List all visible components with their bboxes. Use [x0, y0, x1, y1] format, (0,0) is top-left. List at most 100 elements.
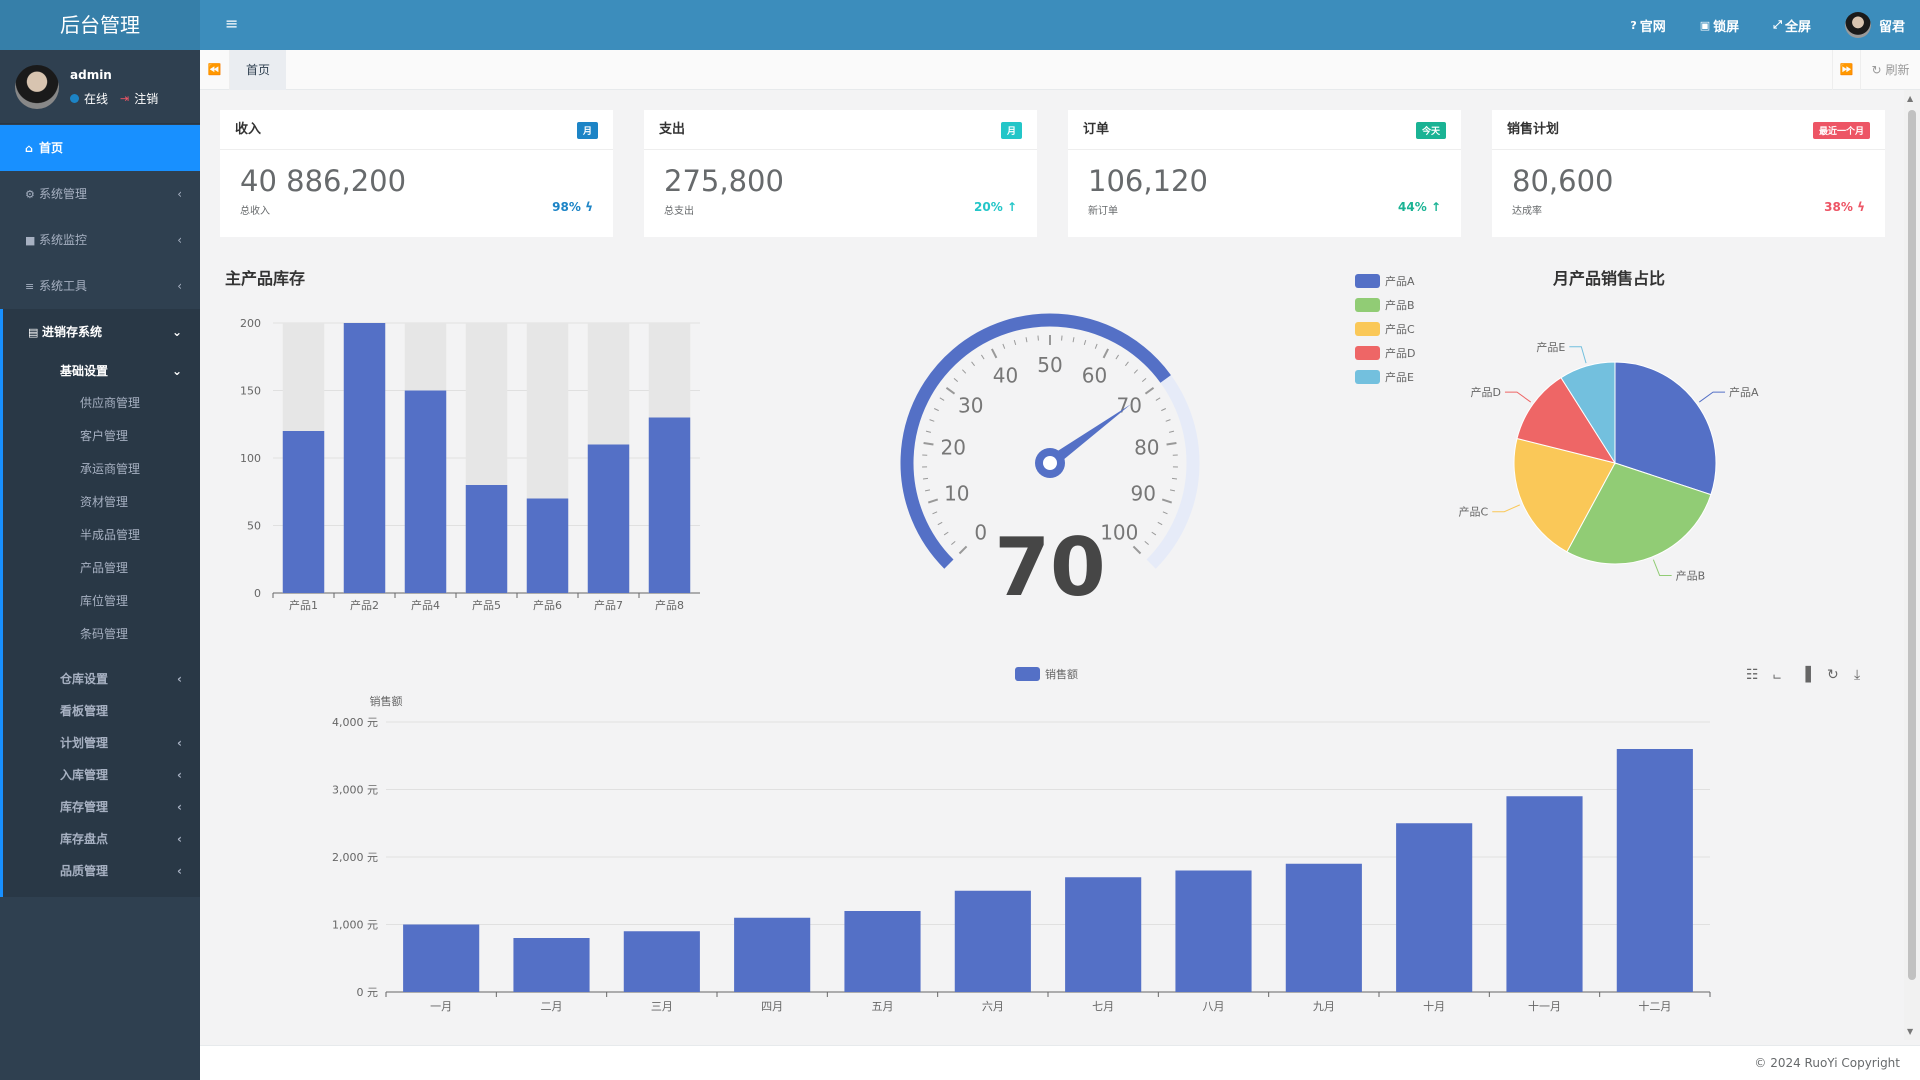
gauge-tick [939, 397, 945, 401]
stock-ytick-label: 200 [240, 317, 261, 330]
gauge-tick [927, 498, 939, 504]
pie-legend-label: 产品E [1385, 370, 1414, 384]
data-view-icon[interactable]: ☷ [1746, 667, 1759, 683]
sales-xtick-label: 五月 [872, 1000, 894, 1013]
pie-label-line [1569, 346, 1587, 364]
sidebar-menu: ⌂ 首页 ⚙ 系统管理 ‹ ■ 系统监控 ‹ ≡ 系统工具 ‹ ▤ 进销存系统 ⌄ 基础设… [0, 125, 200, 897]
sidebar-item-system-monitor[interactable]: ■ 系统监控 ‹ [0, 217, 200, 263]
chevron-left-icon: ‹ [177, 832, 182, 846]
gauge-tick [1002, 343, 1006, 349]
gauge-tick [924, 489, 931, 492]
copyright: © 2024 RuoYi Copyright [1754, 1056, 1900, 1070]
user-avatar[interactable] [15, 65, 59, 109]
gauge-tick [1132, 545, 1142, 555]
sidebar-sub-plan-management[interactable]: 计划管理 ‹ [3, 727, 200, 759]
pie-legend-label: 产品B [1385, 298, 1415, 312]
logout-link[interactable]: 注销 [134, 90, 158, 107]
sidebar-sub-label: 入库管理 [60, 768, 109, 782]
card-badge: 月 [576, 122, 598, 139]
download-icon[interactable]: ⤓ [1854, 667, 1860, 683]
online-dot-icon [70, 94, 79, 103]
sales-legend-swatch [1015, 667, 1040, 681]
logout-icon[interactable]: ⇥ [120, 92, 129, 105]
top-avatar [1844, 12, 1871, 38]
sidebar-subsub-item[interactable]: 客户管理 [3, 420, 200, 453]
stock-bar [343, 323, 386, 593]
stock-bar [465, 485, 508, 593]
gauge-tick [951, 541, 956, 545]
scroll-up-icon[interactable]: ▲ [1907, 94, 1913, 103]
tab-scroll-left-icon[interactable]: ⏪ [200, 50, 230, 90]
sidebar-subsub-item[interactable]: 承运商管理 [3, 453, 200, 486]
sidebar-sub-inbound-management[interactable]: 入库管理 ‹ [3, 759, 200, 791]
bar-chart-icon[interactable]: ▐ [1800, 667, 1811, 683]
sidebar-item-inventory-system[interactable]: ▤ 进销存系统 ⌄ [3, 309, 200, 355]
lock-screen-label: 锁屏 [1713, 19, 1740, 35]
sales-bar [1065, 877, 1142, 992]
gauge-tick [923, 441, 934, 446]
tab-bar: ⏪ 首页 ⏩ ↻ 刷新 [200, 50, 1920, 90]
sidebar-sub-board-management[interactable]: 看板管理 [3, 695, 200, 727]
gauge-scale-label: 100 [1100, 520, 1138, 544]
sales-bar [1285, 863, 1362, 992]
gauge-tick [1169, 430, 1175, 433]
gauge-scale-label: 0 [974, 520, 987, 544]
sales-bar [513, 938, 590, 992]
fullscreen-link[interactable]: ⤢ 全屏 [1773, 16, 1811, 35]
sidebar-subsub-item[interactable]: 供应商管理 [3, 387, 200, 420]
card-percent-value: 98% [552, 200, 581, 214]
sidebar-item-system-tools[interactable]: ≡ 系统工具 ‹ [0, 263, 200, 309]
sidebar-sub-stocktaking[interactable]: 库存盘点 ‹ [3, 823, 200, 855]
tab-home[interactable]: 首页 [230, 50, 286, 90]
pie-legend-swatch [1355, 274, 1380, 288]
user-menu[interactable]: 留君 [1844, 12, 1905, 38]
lock-screen-link[interactable]: ▣ 锁屏 [1700, 16, 1739, 35]
gauge-tick [1169, 489, 1176, 492]
sidebar-item-home[interactable]: ⌂ 首页 [0, 125, 200, 171]
sidebar-subsub-item[interactable]: 库位管理 [3, 585, 200, 618]
restore-icon[interactable]: ↻ [1827, 667, 1839, 683]
sidebar-sub-warehouse-settings[interactable]: 仓库设置 ‹ [3, 663, 200, 695]
app-logo-title[interactable]: 后台管理 [0, 0, 200, 50]
stat-card-expense: 支出 月 275,800 总支出 20% ↑ [644, 110, 1037, 237]
official-site-link[interactable]: ? 官网 [1630, 16, 1665, 35]
sidebar-item-label: 进销存系统 [42, 325, 103, 339]
sidebar-subsub-item[interactable]: 条码管理 [3, 618, 200, 651]
chevron-left-icon: ‹ [177, 187, 182, 201]
sales-xtick-label: 七月 [1092, 1000, 1114, 1013]
scrollbar-thumb[interactable] [1908, 110, 1916, 980]
sidebar-subsub-item[interactable]: 产品管理 [3, 552, 200, 585]
gauge-tick [945, 386, 956, 395]
gauge-tick [1072, 337, 1075, 343]
stock-ytick-label: 150 [240, 385, 261, 398]
gauge-tick [1115, 354, 1120, 360]
refresh-icon: ↻ [1871, 63, 1882, 77]
tab-scroll-right-icon[interactable]: ⏩ [1832, 50, 1860, 90]
scroll-down-icon[interactable]: ▼ [1907, 1027, 1913, 1036]
stock-xtick-label: 产品4 [411, 598, 440, 612]
sidebar-sub-quality-management[interactable]: 品质管理 ‹ [3, 855, 200, 887]
gauge-anchor-center [1043, 456, 1057, 470]
card-percent-value: 38% [1824, 200, 1853, 214]
sidebar-subsub-item[interactable]: 半成品管理 [3, 519, 200, 552]
card-percent: 38% ϟ [1824, 200, 1865, 214]
scrollbar[interactable]: ▲ ▼ [1904, 90, 1920, 1040]
stock-bar [526, 498, 569, 593]
stock-xtick-label: 产品1 [289, 598, 318, 612]
sidebar-sub-stock-management[interactable]: 库存管理 ‹ [3, 791, 200, 823]
sidebar-subsub-item[interactable]: 资材管理 [3, 486, 200, 519]
sidebar-sub-basic-settings[interactable]: 基础设置 ⌄ [3, 355, 200, 387]
sales-ytick-label: 0 元 [357, 986, 379, 999]
tab-refresh-button[interactable]: ↻ 刷新 [1860, 50, 1920, 90]
sidebar-item-system-management[interactable]: ⚙ 系统管理 ‹ [0, 171, 200, 217]
gauge-tick [1141, 377, 1147, 383]
sales-bar [623, 931, 700, 992]
expand-icon: ⤢ [1773, 18, 1782, 31]
hamburger-menu-icon[interactable]: ≡ [225, 14, 238, 33]
user-name: admin [70, 68, 112, 82]
pie-legend-label: 产品D [1385, 346, 1415, 360]
line-chart-icon[interactable]: ⨽ [1773, 667, 1781, 683]
sales-xtick-label: 十月 [1423, 999, 1445, 1013]
gauge-tick [1144, 541, 1149, 545]
sidebar-item-label: 系统工具 [39, 279, 88, 293]
